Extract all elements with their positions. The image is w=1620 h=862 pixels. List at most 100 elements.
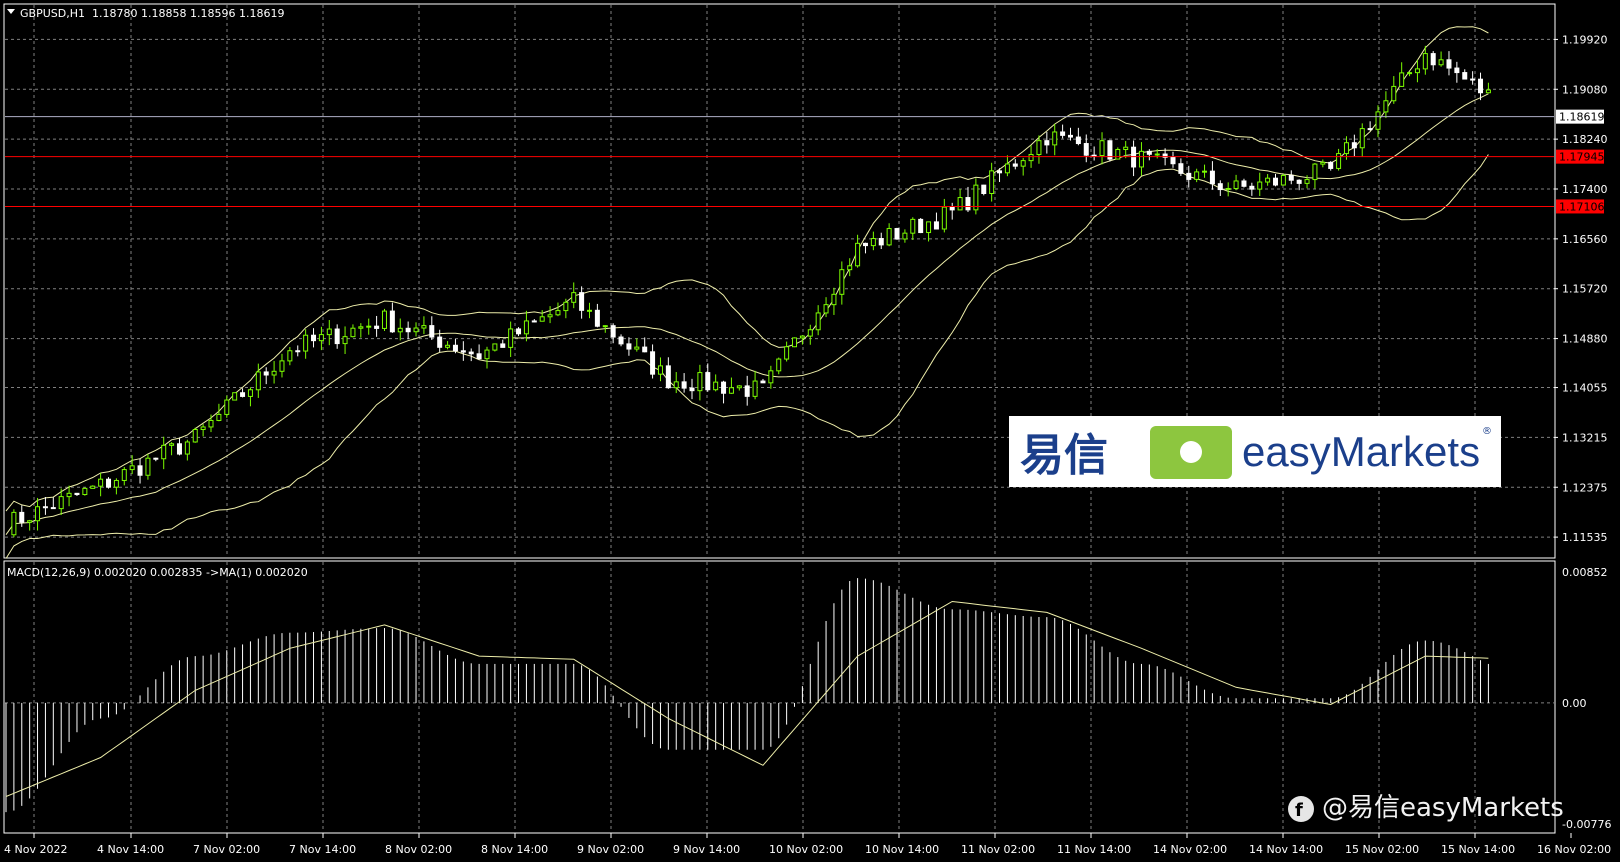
- candle-body[interactable]: [878, 238, 884, 246]
- candle-body[interactable]: [113, 479, 119, 488]
- candle-body[interactable]: [287, 350, 293, 362]
- candle-body[interactable]: [1060, 131, 1066, 136]
- candle-body[interactable]: [35, 506, 41, 522]
- candle-body[interactable]: [1343, 142, 1349, 155]
- candle-body[interactable]: [634, 346, 640, 350]
- candle-body[interactable]: [1359, 128, 1365, 149]
- candle-body[interactable]: [1012, 163, 1018, 167]
- candle-body[interactable]: [989, 170, 995, 195]
- candle-body[interactable]: [240, 392, 246, 397]
- candle-body[interactable]: [855, 242, 861, 267]
- candle-body[interactable]: [1273, 177, 1279, 186]
- candle-body[interactable]: [381, 310, 387, 329]
- candle-body[interactable]: [342, 336, 348, 345]
- candle-body[interactable]: [579, 292, 585, 311]
- candle-body[interactable]: [1170, 156, 1176, 165]
- candle-body[interactable]: [886, 228, 892, 246]
- candle-body[interactable]: [334, 328, 340, 345]
- candle-body[interactable]: [1367, 128, 1373, 131]
- candle-body[interactable]: [129, 465, 135, 471]
- candle-body[interactable]: [445, 344, 451, 348]
- candle-body[interactable]: [1296, 179, 1302, 184]
- chart-canvas[interactable]: 1.17945 1.17106 1.18619 1.19920 1.19080 1.18…: [0, 0, 1620, 862]
- candle-body[interactable]: [232, 392, 238, 401]
- horizontal-levels[interactable]: 1.17945 1.17106 1.18619: [5, 109, 1605, 214]
- candle-body[interactable]: [1146, 150, 1152, 155]
- candle-body[interactable]: [618, 336, 624, 345]
- candle-body[interactable]: [492, 343, 498, 351]
- candle-body[interactable]: [1454, 67, 1460, 74]
- candle-body[interactable]: [1178, 163, 1184, 174]
- candle-body[interactable]: [949, 206, 955, 211]
- candle-body[interactable]: [1217, 183, 1223, 191]
- candle-body[interactable]: [42, 506, 48, 509]
- candle-body[interactable]: [121, 469, 127, 481]
- candle-body[interactable]: [902, 232, 908, 240]
- candle-body[interactable]: [602, 325, 608, 328]
- candle-body[interactable]: [1328, 161, 1334, 169]
- candle-body[interactable]: [255, 371, 261, 391]
- candle-body[interactable]: [318, 334, 324, 342]
- candle-body[interactable]: [665, 365, 671, 389]
- candle-body[interactable]: [1430, 53, 1436, 66]
- candle-body[interactable]: [1485, 89, 1491, 94]
- candle-body[interactable]: [1438, 59, 1444, 66]
- candle-body[interactable]: [1194, 171, 1200, 180]
- candle-body[interactable]: [1414, 68, 1420, 74]
- candle-body[interactable]: [1225, 188, 1231, 191]
- candle-body[interactable]: [437, 336, 443, 348]
- candle-body[interactable]: [673, 381, 679, 389]
- candle-body[interactable]: [752, 380, 758, 397]
- candle-body[interactable]: [681, 381, 687, 389]
- candle-body[interactable]: [1375, 111, 1381, 130]
- candle-body[interactable]: [815, 312, 821, 331]
- candle-body[interactable]: [279, 360, 285, 372]
- candle-body[interactable]: [263, 371, 269, 376]
- candle-body[interactable]: [98, 478, 104, 487]
- candle-body[interactable]: [1233, 180, 1239, 190]
- candle-body[interactable]: [728, 387, 734, 394]
- candle-body[interactable]: [713, 381, 719, 391]
- candle-body[interactable]: [1115, 148, 1121, 160]
- candle-body[interactable]: [429, 325, 435, 338]
- candle-body[interactable]: [1202, 170, 1208, 173]
- candle-body[interactable]: [413, 327, 419, 333]
- candle-body[interactable]: [933, 221, 939, 230]
- candle-body[interactable]: [594, 309, 600, 327]
- candle-body[interactable]: [11, 511, 17, 536]
- candle-body[interactable]: [1422, 53, 1428, 70]
- candle-body[interactable]: [1383, 100, 1389, 113]
- candle-body[interactable]: [389, 310, 395, 333]
- candle-body[interactable]: [531, 320, 537, 323]
- collapse-triangle-icon[interactable]: [7, 9, 15, 14]
- candle-body[interactable]: [918, 218, 924, 234]
- candle-body[interactable]: [90, 485, 96, 489]
- candle-body[interactable]: [1138, 150, 1144, 168]
- candle-body[interactable]: [1407, 72, 1413, 75]
- candle-body[interactable]: [397, 327, 403, 333]
- candle-body[interactable]: [642, 346, 648, 353]
- candle-body[interactable]: [1044, 140, 1050, 146]
- candle-body[interactable]: [1320, 161, 1326, 165]
- candle-body[interactable]: [1257, 181, 1263, 190]
- candle-body[interactable]: [1020, 160, 1026, 167]
- candle-body[interactable]: [1209, 170, 1215, 185]
- candle-body[interactable]: [374, 325, 380, 329]
- candle-body[interactable]: [58, 496, 64, 510]
- candle-body[interactable]: [760, 380, 766, 384]
- candle-body[interactable]: [1036, 140, 1042, 155]
- candle-body[interactable]: [957, 197, 963, 211]
- candle-body[interactable]: [295, 350, 301, 353]
- candle-body[interactable]: [1446, 59, 1452, 69]
- candle-body[interactable]: [405, 327, 411, 333]
- candle-body[interactable]: [563, 301, 569, 312]
- candle-body[interactable]: [366, 325, 372, 328]
- candle-body[interactable]: [326, 328, 332, 336]
- candle-body[interactable]: [350, 327, 356, 338]
- candle-body[interactable]: [106, 478, 112, 488]
- candle-body[interactable]: [1067, 134, 1073, 138]
- candle-body[interactable]: [216, 413, 222, 421]
- candle-body[interactable]: [926, 221, 932, 234]
- candle-body[interactable]: [358, 326, 364, 329]
- candle-body[interactable]: [1186, 172, 1192, 180]
